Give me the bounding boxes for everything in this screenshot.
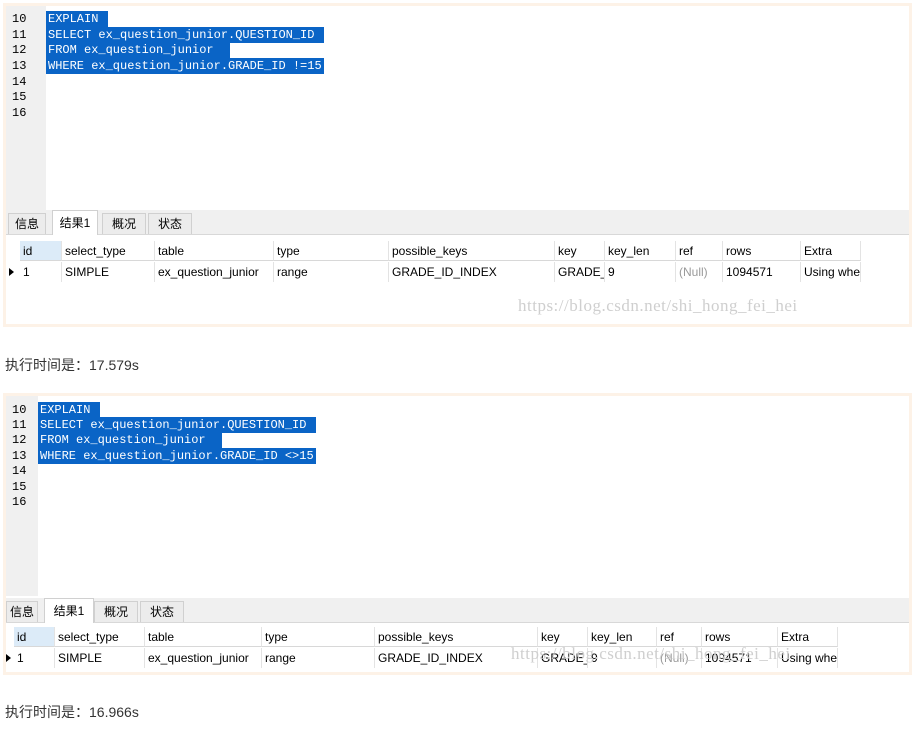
line-number: 16: [12, 495, 27, 509]
line-number: 14: [12, 75, 27, 89]
cell-rows[interactable]: 1094571: [723, 262, 801, 282]
sql-code[interactable]: SELECT ex_question_junior.QUESTION_ID: [38, 417, 316, 433]
sql-code[interactable]: FROM ex_question_junior: [46, 42, 231, 58]
column-header[interactable]: type: [274, 241, 389, 261]
cell-ref[interactable]: (Null): [676, 262, 723, 282]
cell-table[interactable]: ex_question_junior: [145, 648, 262, 668]
column-header[interactable]: ref: [676, 241, 723, 261]
execution-time-2: 执行时间是：16.966s: [5, 704, 139, 720]
cell-key-len[interactable]: 9: [605, 262, 676, 282]
sql-code[interactable]: WHERE ex_question_junior.GRADE_ID <>15: [38, 448, 316, 464]
current-row-marker-icon: [6, 654, 11, 662]
column-header[interactable]: possible_keys: [389, 241, 555, 261]
sql-editor-2[interactable]: 10 EXPLAIN 11 SELECT ex_question_junior.QU…: [6, 396, 909, 596]
sql-code[interactable]: FROM ex_question_junior: [38, 432, 223, 448]
current-row-marker-icon: [9, 268, 14, 276]
tab-status[interactable]: 状态: [140, 601, 184, 622]
cell-type[interactable]: range: [262, 648, 375, 668]
line-number: 13: [12, 59, 27, 73]
cell-id[interactable]: 1: [14, 648, 55, 668]
line-number: 11: [12, 418, 27, 432]
tab-result1[interactable]: 结果1: [52, 210, 98, 235]
watermark: https://blog.csdn.net/shi_hong_fei_hei: [511, 644, 791, 663]
column-header[interactable]: select_type: [55, 627, 145, 647]
sql-code[interactable]: SELECT ex_question_junior.QUESTION_ID: [46, 27, 324, 43]
sql-code[interactable]: WHERE ex_question_junior.GRADE_ID !=15: [46, 58, 324, 74]
tab-status[interactable]: 状态: [148, 213, 192, 234]
cell-select-type[interactable]: SIMPLE: [55, 648, 145, 668]
line-number: 14: [12, 464, 27, 478]
column-header[interactable]: type: [262, 627, 375, 647]
column-header[interactable]: id: [20, 241, 62, 261]
cell-id[interactable]: 1: [20, 262, 62, 282]
line-number: 12: [12, 433, 27, 447]
tab-profile[interactable]: 概况: [94, 601, 138, 622]
grid-header-row: id select_type table type possible_keys …: [10, 241, 870, 261]
line-number: 10: [12, 12, 27, 26]
cell-key[interactable]: GRADE_: [555, 262, 605, 282]
line-number: 11: [12, 28, 27, 42]
line-number: 16: [12, 106, 27, 120]
tab-info[interactable]: 信息: [6, 601, 38, 622]
execution-time-1: 执行时间是：17.579s: [5, 357, 139, 373]
tab-result1[interactable]: 结果1: [44, 598, 94, 623]
column-header[interactable]: id: [14, 627, 55, 647]
line-number: 12: [12, 43, 27, 57]
line-number: 15: [12, 90, 27, 104]
column-header[interactable]: rows: [723, 241, 801, 261]
column-header[interactable]: table: [155, 241, 274, 261]
column-header[interactable]: key_len: [605, 241, 676, 261]
column-header[interactable]: key: [555, 241, 605, 261]
tab-info[interactable]: 信息: [8, 213, 46, 234]
column-header[interactable]: Extra: [801, 241, 861, 261]
cell-type[interactable]: range: [274, 262, 389, 282]
cell-table[interactable]: ex_question_junior: [155, 262, 274, 282]
query-panel-1: 10 EXPLAIN 11 SELECT ex_question_junior.QU…: [6, 6, 909, 324]
column-header[interactable]: table: [145, 627, 262, 647]
tab-profile[interactable]: 概况: [102, 213, 146, 234]
cell-possible-keys[interactable]: GRADE_ID_INDEX: [389, 262, 555, 282]
result-tabs: 信息 结果1 概况 状态: [6, 210, 909, 235]
line-number: 13: [12, 449, 27, 463]
sql-editor-1[interactable]: 10 EXPLAIN 11 SELECT ex_question_junior.QU…: [6, 6, 909, 210]
cell-extra[interactable]: Using whe: [801, 262, 861, 282]
table-row[interactable]: 1 SIMPLE ex_question_junior range GRADE_…: [9, 262, 870, 282]
sql-code[interactable]: EXPLAIN: [46, 11, 108, 27]
watermark: https://blog.csdn.net/shi_hong_fei_hei: [518, 296, 798, 315]
line-number: 15: [12, 480, 27, 494]
sql-code[interactable]: EXPLAIN: [38, 402, 100, 418]
query-panel-2: 10 EXPLAIN 11 SELECT ex_question_junior.QU…: [6, 396, 909, 672]
line-number: 10: [12, 403, 27, 417]
result-tabs: 信息 结果1 概况 状态: [6, 598, 909, 623]
column-header[interactable]: select_type: [62, 241, 155, 261]
cell-select-type[interactable]: SIMPLE: [62, 262, 155, 282]
